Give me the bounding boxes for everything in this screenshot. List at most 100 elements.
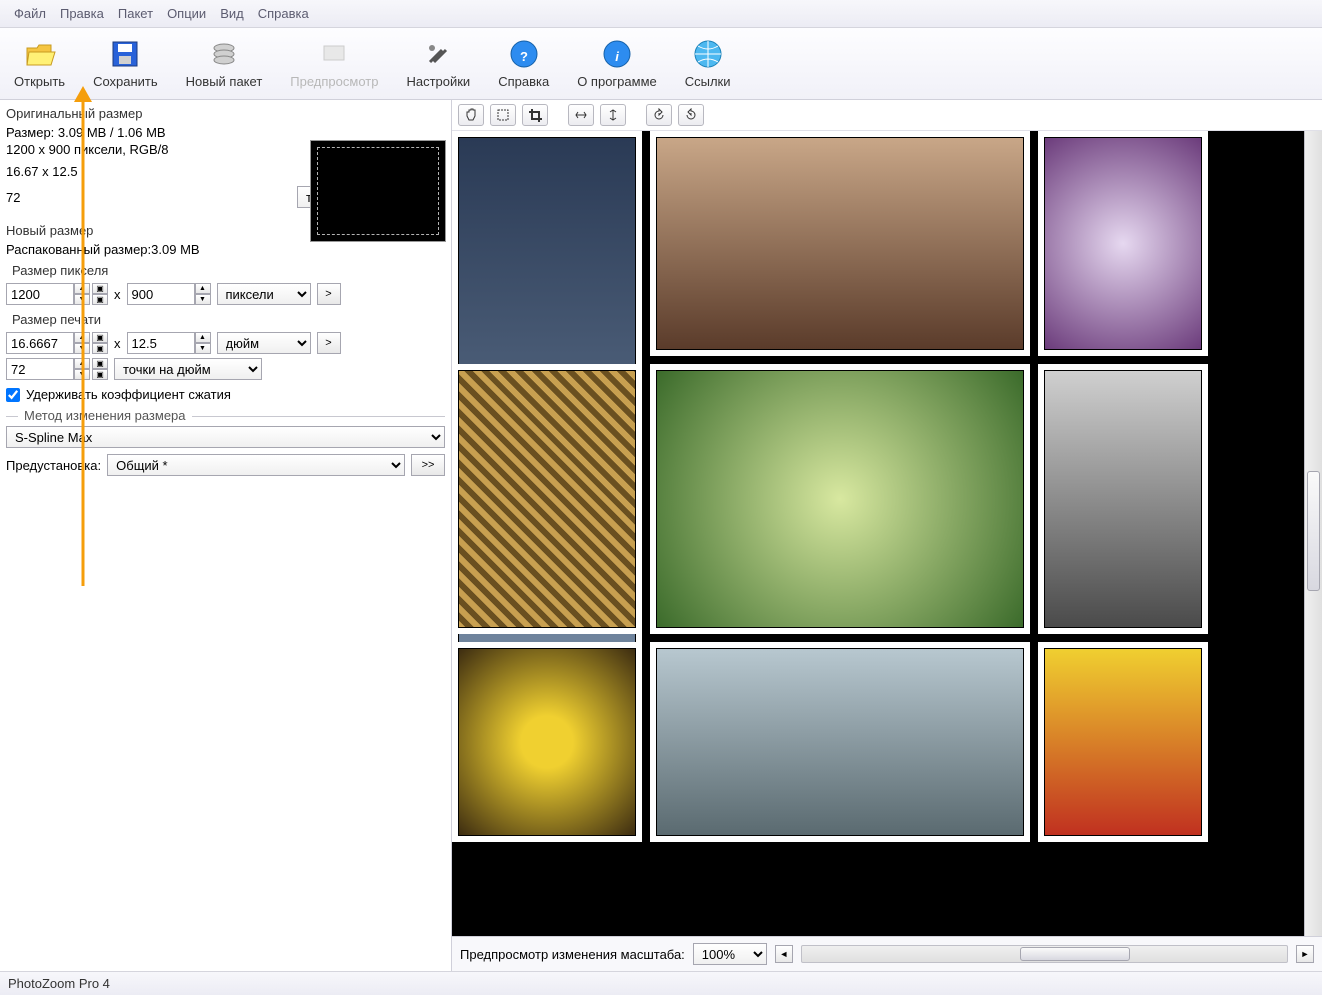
pw-lock-up[interactable]: ▣ (92, 332, 108, 343)
horizontal-scroll-thumb[interactable] (1020, 947, 1130, 961)
rotate-cw-icon (684, 108, 698, 122)
print-expand-button[interactable]: > (317, 332, 341, 354)
height-up[interactable]: ▲ (195, 283, 211, 294)
zoom-select[interactable]: 100% (693, 943, 767, 965)
status-text: PhotoZoom Pro 4 (8, 976, 110, 991)
pw-down[interactable]: ▼ (74, 343, 90, 354)
help-icon: ? (508, 38, 540, 70)
toolbar: Открыть Сохранить Новый пакет Предпросмо… (0, 28, 1322, 100)
zoom-label: Предпросмотр изменения масштаба: (460, 947, 685, 962)
collage-tile (452, 364, 642, 634)
res-lock-down[interactable]: ▣ (92, 369, 108, 380)
marquee-tool[interactable] (490, 104, 516, 126)
menubar: Файл Правка Пакет Опции Вид Справка (0, 0, 1322, 28)
ph-down[interactable]: ▼ (195, 343, 211, 354)
vertical-scrollbar[interactable] (1304, 131, 1322, 936)
res-lock-up[interactable]: ▣ (92, 358, 108, 369)
preview-canvas[interactable] (452, 131, 1304, 936)
about-label: О программе (577, 74, 657, 89)
preview-bottom-bar: Предпросмотр изменения масштаба: 100% ◄ … (452, 936, 1322, 971)
x-separator-2: x (114, 336, 121, 351)
crop-icon (528, 108, 542, 122)
open-button[interactable]: Открыть (0, 32, 79, 95)
res-down[interactable]: ▼ (74, 369, 90, 380)
original-dpi: 72 (6, 190, 36, 205)
tools-icon (422, 38, 454, 70)
resolution-unit-select[interactable]: точки на дюйм (114, 358, 262, 380)
width-lock-down[interactable]: ▣ (92, 294, 108, 305)
resize-method-legend: Метод изменения размера (18, 408, 192, 423)
resize-method-select[interactable]: S-Spline Max (6, 426, 445, 448)
resolution-input[interactable] (6, 358, 74, 380)
svg-text:?: ? (520, 49, 528, 64)
rotate-ccw-tool[interactable] (646, 104, 672, 126)
hand-tool[interactable] (458, 104, 484, 126)
hand-icon (464, 108, 478, 122)
original-size-title: Оригинальный размер (6, 104, 445, 123)
pixel-unit-select[interactable]: пиксели (217, 283, 311, 305)
keep-ratio-checkbox[interactable] (6, 388, 20, 402)
batch-label: Новый пакет (186, 74, 263, 89)
links-button[interactable]: Ссылки (671, 32, 745, 95)
info-icon: i (601, 38, 633, 70)
preview-toolbar (452, 100, 1322, 131)
horizontal-scrollbar[interactable] (801, 945, 1288, 963)
hscroll-right[interactable]: ► (1296, 945, 1314, 963)
pw-lock-down[interactable]: ▣ (92, 343, 108, 354)
print-unit-select[interactable]: дюйм (217, 332, 311, 354)
content-area: Предпросмотр изменения масштаба: 100% ◄ … (452, 100, 1322, 971)
menu-view[interactable]: Вид (214, 4, 250, 23)
pixel-expand-button[interactable]: > (317, 283, 341, 305)
navigator-viewport[interactable] (317, 147, 439, 235)
height-down[interactable]: ▼ (195, 294, 211, 305)
crop-tool[interactable] (522, 104, 548, 126)
vertical-scroll-thumb[interactable] (1307, 471, 1320, 591)
statusbar: PhotoZoom Pro 4 (0, 971, 1322, 995)
original-filesize: Размер: 3.09 MB / 1.06 MB (6, 125, 445, 140)
image-collage (452, 131, 1304, 936)
settings-button[interactable]: Настройки (392, 32, 484, 95)
save-label: Сохранить (93, 74, 158, 89)
res-up[interactable]: ▲ (74, 358, 90, 369)
batch-icon (208, 38, 240, 70)
menu-edit[interactable]: Правка (54, 4, 110, 23)
help-label: Справка (498, 74, 549, 89)
menu-batch[interactable]: Пакет (112, 4, 159, 23)
preview-icon (318, 38, 350, 70)
width-lock-up[interactable]: ▣ (92, 283, 108, 294)
help-button[interactable]: ? Справка (484, 32, 563, 95)
menu-file[interactable]: Файл (8, 4, 52, 23)
width-down[interactable]: ▼ (74, 294, 90, 305)
collage-tile (1038, 364, 1208, 634)
collage-tile (1038, 131, 1208, 356)
menu-help[interactable]: Справка (252, 4, 315, 23)
flip-h-tool[interactable] (568, 104, 594, 126)
height-input[interactable] (127, 283, 195, 305)
rotate-ccw-icon (652, 108, 666, 122)
keep-ratio-label: Удерживать коэффициент сжатия (26, 387, 231, 402)
menu-options[interactable]: Опции (161, 4, 212, 23)
svg-text:i: i (615, 49, 619, 64)
preview-button: Предпросмотр (276, 32, 392, 95)
new-batch-button[interactable]: Новый пакет (172, 32, 277, 95)
rotate-cw-tool[interactable] (678, 104, 704, 126)
links-label: Ссылки (685, 74, 731, 89)
ph-up[interactable]: ▲ (195, 332, 211, 343)
settings-label: Настройки (406, 74, 470, 89)
preview-label: Предпросмотр (290, 74, 378, 89)
width-input[interactable] (6, 283, 74, 305)
flip-v-tool[interactable] (600, 104, 626, 126)
hscroll-left[interactable]: ◄ (775, 945, 793, 963)
width-up[interactable]: ▲ (74, 283, 90, 294)
pw-up[interactable]: ▲ (74, 332, 90, 343)
floppy-icon (109, 38, 141, 70)
flip-h-icon (574, 108, 588, 122)
preset-expand-button[interactable]: >> (411, 454, 445, 476)
about-button[interactable]: i О программе (563, 32, 671, 95)
print-height-input[interactable] (127, 332, 195, 354)
unpacked-size: Распакованный размер:3.09 MB (6, 242, 445, 257)
print-width-input[interactable] (6, 332, 74, 354)
navigator-thumbnail[interactable] (310, 140, 446, 242)
preset-select[interactable]: Общий * (107, 454, 405, 476)
save-button[interactable]: Сохранить (79, 32, 172, 95)
